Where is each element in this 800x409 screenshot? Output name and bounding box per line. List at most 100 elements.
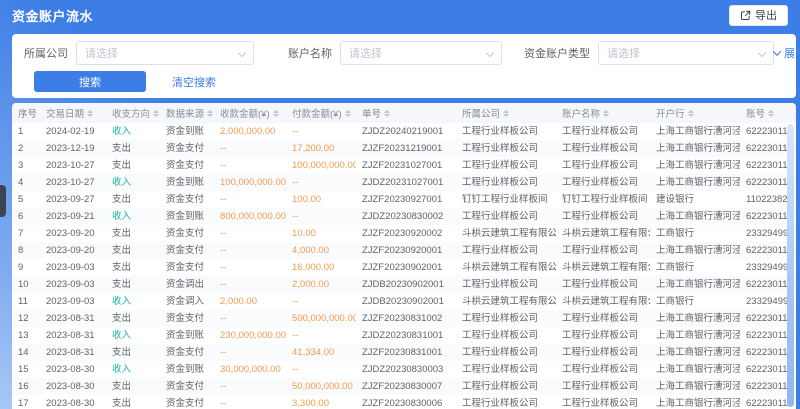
column-header-6[interactable]: 单号	[356, 106, 456, 120]
table-row[interactable]: 22023-12-19支出资金支付--17,200.00ZJZF20231219…	[12, 140, 796, 157]
cell-source: 资金支付	[160, 191, 214, 208]
table-row[interactable]: 42023-10-27收入资金到账100,000,000.00--ZJDZ202…	[12, 174, 796, 191]
table-row[interactable]: 92023-09-03支出资金支付--16,000.00ZJZF20230902…	[12, 259, 796, 276]
cell-doc-no: ZJZF20230831002	[356, 310, 456, 327]
table-row[interactable]: 112023-09-03收入资金调入2,000.00--ZJDB20230902…	[12, 293, 796, 310]
cell-income: 2,000,000.00	[214, 123, 286, 140]
cell-company: 钉钉工程行业样板间	[456, 191, 556, 208]
search-button[interactable]: 搜索	[34, 71, 146, 92]
cell-company: 斗栱云建筑工程有限公司	[456, 293, 556, 310]
cell-date: 2023-10-27	[40, 174, 106, 191]
sort-caret-icon[interactable]	[768, 110, 774, 117]
cell-source: 资金支付	[160, 259, 214, 276]
vertical-scrollbar-thumb[interactable]	[787, 124, 794, 407]
cell-doc-no: ZJZF20231027001	[356, 157, 456, 174]
sort-caret-icon[interactable]	[384, 110, 390, 117]
column-header-7[interactable]: 所属公司	[456, 106, 556, 120]
cell-date: 2023-09-03	[40, 293, 106, 310]
column-header-label: 开户行	[656, 106, 685, 120]
cell-company: 工程行业样板公司	[456, 378, 556, 395]
table-row[interactable]: 152023-08-30收入资金到账30,000,000.00--ZJDZ202…	[12, 361, 796, 378]
cell-payment: 41,334.00	[286, 344, 356, 361]
table-row[interactable]: 122023-08-31支出资金支付--500,000,000.00ZJZF20…	[12, 310, 796, 327]
column-header-8[interactable]: 账户名称	[556, 106, 650, 120]
sort-caret-icon[interactable]	[345, 110, 351, 117]
account-type-filter-select[interactable]: 请选择	[598, 41, 774, 65]
chevron-down-icon	[758, 49, 766, 57]
table-row[interactable]: 52023-09-27支出资金支付--100.00ZJZF20230927001…	[12, 191, 796, 208]
cell-bank: 上海工商银行漕河泾支行	[650, 242, 740, 259]
column-header-5[interactable]: 付款金额(¥)	[286, 106, 356, 120]
column-header-9[interactable]: 开户行	[650, 106, 740, 120]
column-header-1[interactable]: 交易日期	[40, 106, 106, 120]
table-row[interactable]: 142023-08-31支出资金支付--41,334.00ZJZF2023083…	[12, 344, 796, 361]
cell-account-name: 工程行业样板公司	[556, 378, 650, 395]
cell-income: --	[214, 225, 286, 242]
cell-payment: --	[286, 293, 356, 310]
sort-caret-icon[interactable]	[207, 110, 213, 117]
table-row[interactable]: 82023-09-20支出资金支付--4,000.00ZJZF202309200…	[12, 242, 796, 259]
column-header-2[interactable]: 收支方向	[106, 106, 160, 120]
cell-doc-no: ZJDZ20230831001	[356, 327, 456, 344]
cell-company: 工程行业样板公司	[456, 395, 556, 409]
cell-income: --	[214, 242, 286, 259]
cell-income: 100,000,000.00	[214, 174, 286, 191]
column-header-10[interactable]: 账号	[740, 106, 796, 120]
table-row[interactable]: 162023-08-30支出资金支付--50,000,000.00ZJZF202…	[12, 378, 796, 395]
column-header-4[interactable]: 收款金额(¥)	[214, 106, 286, 120]
side-panel-handle[interactable]	[0, 185, 6, 217]
cell-bank: 建设银行	[650, 191, 740, 208]
cell-company: 工程行业样板公司	[456, 208, 556, 225]
column-header-label: 账号	[746, 106, 765, 120]
table-row[interactable]: 72023-09-20支出资金支付--10.00ZJZF20230920002斗…	[12, 225, 796, 242]
cell-direction: 收入	[106, 123, 160, 140]
sort-caret-icon[interactable]	[688, 110, 694, 117]
sort-caret-icon[interactable]	[273, 110, 279, 117]
cell-direction: 收入	[106, 361, 160, 378]
sort-caret-icon[interactable]	[503, 110, 509, 117]
cell-payment: 2,000.00	[286, 276, 356, 293]
clear-search-button[interactable]: 清空搜索	[172, 74, 216, 90]
cell-date: 2023-08-31	[40, 310, 106, 327]
table-row[interactable]: 102023-09-03支出资金调出--2,000.00ZJDB20230902…	[12, 276, 796, 293]
cell-company: 工程行业样板公司	[456, 242, 556, 259]
cell-source: 资金支付	[160, 310, 214, 327]
cell-payment: 100,000,000.00	[286, 157, 356, 174]
cell-index: 15	[12, 361, 40, 378]
sort-caret-icon[interactable]	[87, 110, 93, 117]
cell-doc-no: ZJDZ20230830003	[356, 361, 456, 378]
cell-bank: 工商银行	[650, 293, 740, 310]
account-name-filter-select[interactable]: 请选择	[340, 41, 502, 65]
table-row[interactable]: 132023-08-31收入资金到账230,000,000.00--ZJDZ20…	[12, 327, 796, 344]
filter-row: 所属公司 请选择 账户名称 请选择 资金账户类型 请选择 展开筛选	[24, 41, 784, 65]
cell-payment: 50,000,000.00	[286, 378, 356, 395]
account-name-filter-placeholder: 请选择	[349, 45, 382, 61]
cell-source: 资金支付	[160, 225, 214, 242]
cell-index: 11	[12, 293, 40, 310]
cell-income: --	[214, 140, 286, 157]
column-header-3[interactable]: 数据来源	[160, 106, 214, 120]
expand-filters-link[interactable]: 展开筛选	[774, 45, 800, 61]
cell-company: 工程行业样板公司	[456, 276, 556, 293]
cell-source: 资金到账	[160, 174, 214, 191]
cell-account-name: 斗栱云建筑工程有限公司	[556, 293, 650, 310]
table-row[interactable]: 62023-09-21收入资金到账800,000,000.00--ZJDZ202…	[12, 208, 796, 225]
cell-account-name: 工程行业样板公司	[556, 140, 650, 157]
table-row[interactable]: 12024-02-19收入资金到账2,000,000.00--ZJDZ20240…	[12, 123, 796, 140]
cell-index: 1	[12, 123, 40, 140]
page-title: 资金账户流水	[12, 6, 93, 25]
sort-caret-icon[interactable]	[603, 110, 609, 117]
table-row[interactable]: 172023-08-30支出资金支付--3,300.00ZJZF20230830…	[12, 395, 796, 409]
cell-date: 2023-12-19	[40, 140, 106, 157]
company-filter-select[interactable]: 请选择	[76, 41, 254, 65]
cell-account-name: 工程行业样板公司	[556, 123, 650, 140]
cell-date: 2023-10-27	[40, 157, 106, 174]
table-row[interactable]: 32023-10-27支出资金支付--100,000,000.00ZJZF202…	[12, 157, 796, 174]
sort-caret-icon[interactable]	[153, 110, 159, 117]
column-header-label: 数据来源	[166, 106, 204, 120]
account-name-filter-label: 账户名称	[288, 45, 332, 61]
cell-bank: 上海工商银行漕河泾支行	[650, 378, 740, 395]
cell-doc-no: ZJDZ20240219001	[356, 123, 456, 140]
top-bar: 资金账户流水 导出	[0, 0, 800, 30]
export-button[interactable]: 导出	[729, 5, 788, 26]
